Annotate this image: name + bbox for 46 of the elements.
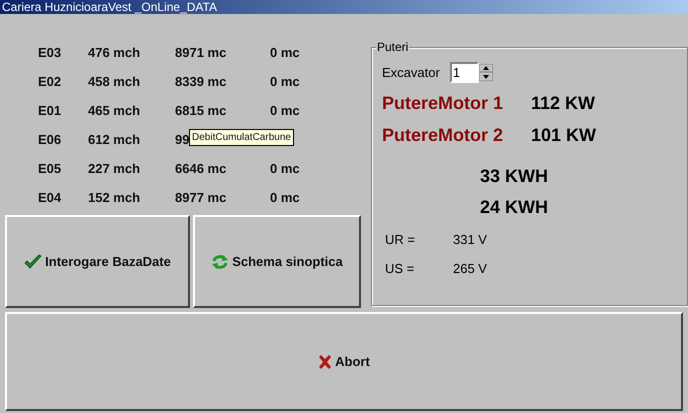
- table-cell: E01: [38, 103, 62, 118]
- table-cell: 8971 mc: [175, 45, 226, 60]
- motor-label: PutereMotor 2: [382, 125, 504, 147]
- field-label: Excavator: [382, 65, 440, 80]
- tooltip: DebitCumulatCarbune: [189, 129, 294, 146]
- table-cell: 152 mch: [88, 190, 140, 205]
- voltage-label: UR =: [384, 232, 416, 247]
- query-button[interactable]: Interogare BazaDate: [5, 215, 190, 308]
- down-arrow-icon[interactable]: [478, 72, 493, 81]
- table-cell: 458 mch: [88, 74, 140, 89]
- table-cell: 0 mc: [270, 190, 300, 205]
- cross-icon: [318, 354, 332, 368]
- spin-field[interactable]: 1: [450, 62, 479, 83]
- power-value: 112 KW: [531, 93, 596, 115]
- table-cell: 6815 mc: [175, 103, 226, 118]
- table-cell: 99: [175, 132, 190, 147]
- table-cell: E02: [38, 74, 62, 89]
- table-cell: 227 mch: [88, 161, 140, 176]
- table-cell: 0 mc: [270, 45, 300, 60]
- table-cell: 0 mc: [270, 161, 300, 176]
- abort-button[interactable]: Abort: [5, 312, 683, 411]
- table-cell: 0 mc: [270, 74, 300, 89]
- table-cell: E04: [38, 190, 62, 205]
- motor-label: PutereMotor 1: [382, 93, 504, 115]
- voltage-label: US =: [384, 261, 416, 276]
- table-cell: 8977 mc: [175, 190, 226, 205]
- table-cell: E05: [38, 161, 62, 176]
- voltage-value: 331 V: [453, 232, 487, 247]
- checkmark-icon: [24, 254, 42, 270]
- table-cell: 8339 mc: [175, 74, 226, 89]
- table-cell: 465 mch: [88, 103, 140, 118]
- table-cell: 612 mch: [88, 132, 140, 147]
- refresh-icon: [211, 254, 230, 270]
- table-cell: 476 mch: [88, 45, 140, 60]
- table-cell: 6646 mc: [175, 161, 226, 176]
- power-value: 101 KW: [531, 125, 596, 147]
- table-cell: 0 mc: [270, 103, 300, 118]
- table-cell: E06: [38, 132, 62, 147]
- energy-value: 24 KWH: [480, 197, 548, 217]
- group-title: Puteri: [376, 40, 410, 54]
- voltage-value: 265 V: [453, 261, 487, 276]
- table-cell: E03: [38, 45, 62, 60]
- schema-button[interactable]: Schema sinoptica: [193, 215, 361, 308]
- window-title: Cariera HuznicioaraVest _OnLine_DATA: [0, 0, 688, 14]
- up-arrow-icon[interactable]: [478, 64, 493, 72]
- energy-value: 33 KWH: [480, 166, 548, 186]
